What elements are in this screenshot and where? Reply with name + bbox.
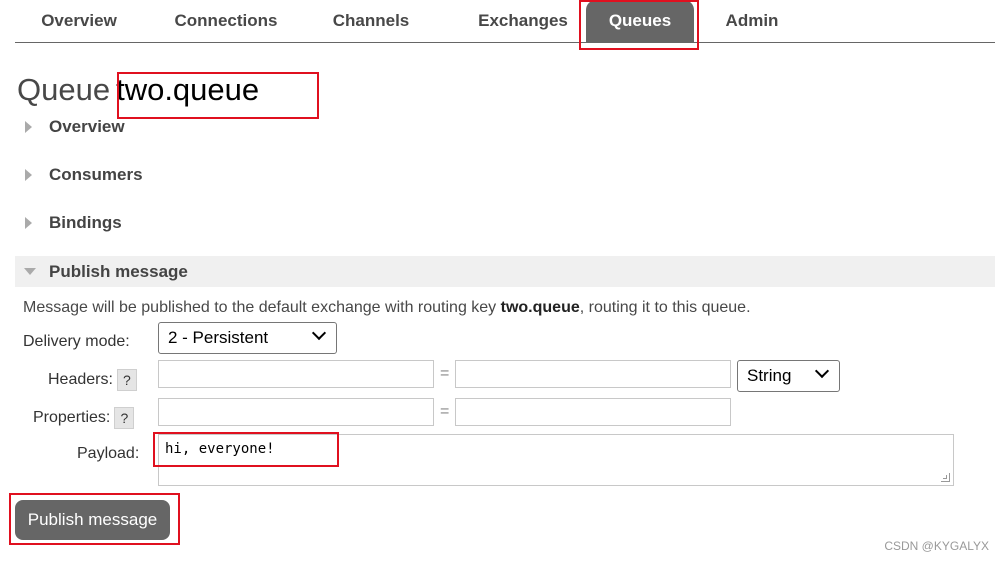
publish-message-button[interactable]: Publish message [15, 500, 170, 540]
info-text-after: , routing it to this queue. [579, 299, 751, 316]
tab-admin[interactable]: Admin [705, 0, 799, 42]
section-consumers[interactable]: Consumers [15, 159, 995, 190]
routing-key: two.queue [500, 299, 580, 316]
watermark: CSDN @KYGALYX [884, 539, 989, 553]
page-title: Queue two.queue [17, 72, 259, 108]
payload-value: hi, everyone! [165, 441, 275, 457]
tab-connections[interactable]: Connections [153, 0, 299, 42]
publish-info: Message will be published to the default… [23, 299, 751, 317]
header-value-input[interactable] [455, 360, 731, 388]
headers-label: Headers: [48, 371, 113, 389]
headers-label-wrap: Headers:? [48, 369, 137, 391]
expand-arrow-icon [25, 169, 32, 181]
section-publish-message[interactable]: Publish message [15, 256, 995, 287]
section-consumers-label: Consumers [49, 165, 143, 184]
tab-queues[interactable]: Queues [586, 0, 694, 42]
expand-arrow-icon [25, 217, 32, 229]
tab-overview[interactable]: Overview [15, 0, 143, 42]
delivery-mode-select[interactable]: 2 - Persistent [158, 322, 337, 354]
chevron-down-icon [311, 325, 327, 341]
payload-label: Payload: [77, 445, 140, 462]
header-type-value: String [747, 366, 792, 385]
headers-equals: = [440, 365, 450, 382]
collapse-arrow-icon [24, 268, 36, 275]
queue-name: two.queue [116, 72, 260, 107]
tab-channels[interactable]: Channels [311, 0, 431, 42]
delivery-mode-value: 2 - Persistent [168, 328, 269, 347]
properties-help-button[interactable]: ? [114, 407, 135, 429]
properties-label: Properties: [33, 409, 111, 427]
properties-label-wrap: Properties:? [33, 407, 135, 429]
tab-exchanges[interactable]: Exchanges [443, 0, 603, 42]
title-prefix: Queue [17, 72, 111, 107]
section-bindings[interactable]: Bindings [15, 207, 995, 238]
chevron-down-icon [814, 363, 830, 379]
header-type-select[interactable]: String [737, 360, 840, 392]
headers-help-button[interactable]: ? [116, 369, 137, 391]
header-key-input[interactable] [158, 360, 434, 388]
section-publish-label: Publish message [49, 262, 188, 281]
expand-arrow-icon [25, 121, 32, 133]
property-value-input[interactable] [455, 398, 731, 426]
section-overview[interactable]: Overview [15, 111, 995, 142]
top-nav: Overview Connections Channels Exchanges … [15, 0, 995, 43]
section-overview-label: Overview [49, 117, 125, 136]
resize-handle-icon[interactable] [941, 473, 950, 482]
info-text-before: Message will be published to the default… [23, 299, 501, 316]
section-bindings-label: Bindings [49, 213, 122, 232]
property-key-input[interactable] [158, 398, 434, 426]
payload-textarea[interactable]: hi, everyone! [158, 434, 954, 486]
properties-equals: = [440, 403, 450, 420]
delivery-mode-label: Delivery mode: [23, 333, 130, 350]
